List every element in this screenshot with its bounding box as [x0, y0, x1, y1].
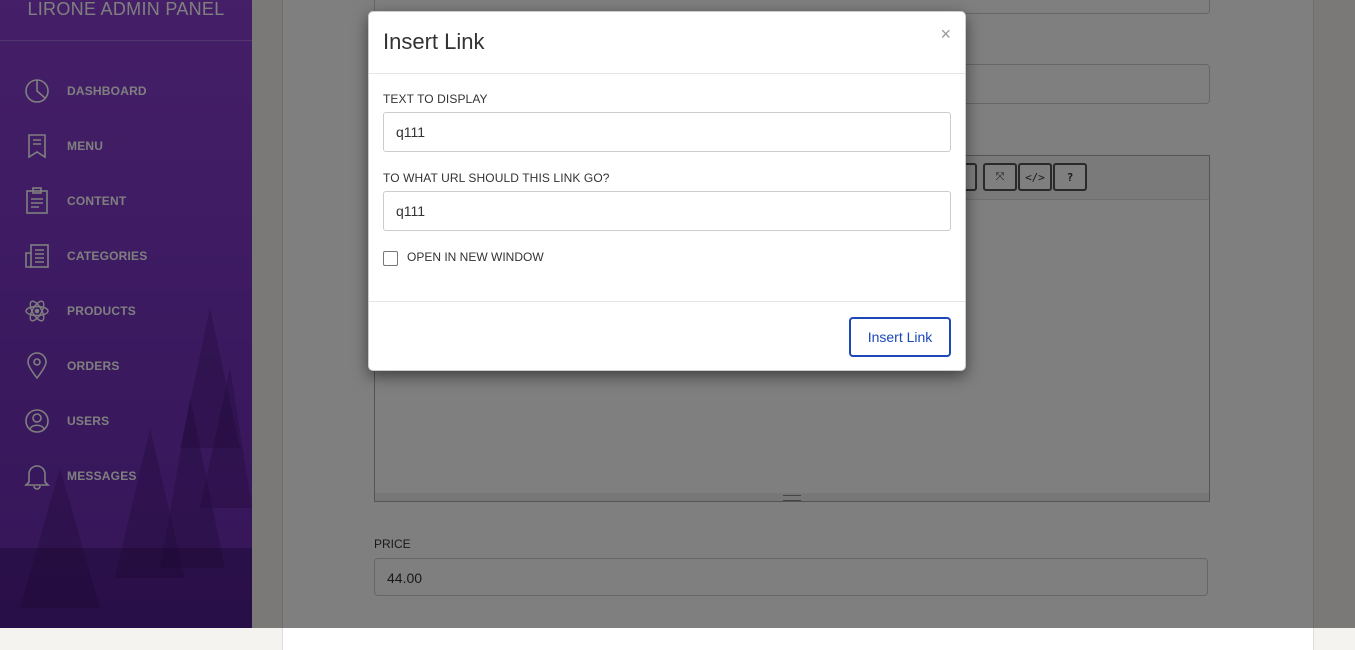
insert-link-button[interactable]: Insert Link [849, 317, 951, 357]
close-icon[interactable]: × [940, 24, 951, 45]
text-to-display-label: TEXT TO DISPLAY [383, 92, 488, 106]
modal-title: Insert Link [383, 29, 485, 54]
url-label: TO WHAT URL SHOULD THIS LINK GO? [383, 171, 610, 185]
modal-header: Insert Link × [369, 12, 965, 74]
open-new-window-label[interactable]: OPEN IN NEW WINDOW [407, 250, 544, 264]
url-input[interactable]: q111 [383, 191, 951, 231]
open-new-window-checkbox[interactable] [383, 251, 398, 266]
modal-footer-divider [369, 301, 965, 302]
insert-link-dialog: Insert Link × TEXT TO DISPLAY q111 TO WH… [368, 11, 966, 371]
text-to-display-input[interactable]: q111 [383, 112, 951, 152]
